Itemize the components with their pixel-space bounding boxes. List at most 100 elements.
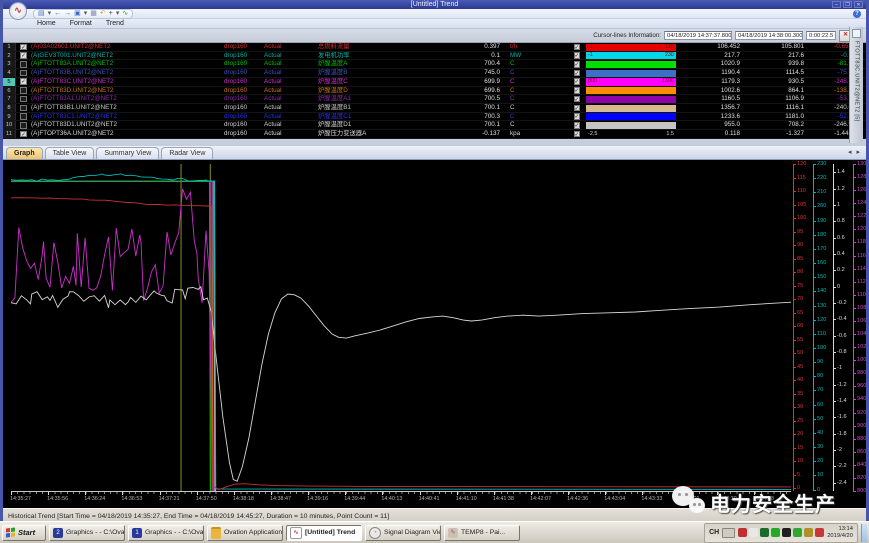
tab-scroll-right-icon[interactable]: ▸: [856, 148, 860, 156]
menu-tab-home[interactable]: Home: [37, 20, 56, 27]
dropdown-2-icon[interactable]: ▾: [84, 10, 88, 18]
axis-tick-label: 880: [857, 436, 866, 442]
axis-checkbox[interactable]: [20, 113, 27, 120]
axis-checkbox[interactable]: ✓: [20, 78, 27, 85]
export-icon[interactable]: ▣: [74, 10, 81, 18]
back-arrow-icon[interactable]: ←: [54, 10, 61, 18]
axis-checkbox[interactable]: ✓: [20, 44, 27, 51]
axis-tick-label: 50: [797, 350, 803, 356]
close-button[interactable]: ✕: [854, 1, 863, 8]
start-button[interactable]: Start: [2, 525, 46, 541]
app-logo-icon[interactable]: ∿: [9, 2, 27, 20]
forward-arrow-icon[interactable]: →: [64, 10, 71, 18]
grid-view-icon[interactable]: ▦: [90, 10, 97, 18]
axis-checkbox[interactable]: [20, 87, 27, 94]
axis-checkbox[interactable]: [20, 105, 27, 112]
cursor-checkbox[interactable]: ✓: [574, 96, 581, 103]
side-tab-thumb[interactable]: [852, 29, 861, 38]
trend-chart-icon[interactable]: ▤: [38, 10, 45, 18]
taskbar-item-3[interactable]: Ovation Applications: [207, 525, 283, 541]
trend-plot[interactable]: [11, 164, 791, 491]
maximize-button[interactable]: ❒: [843, 1, 852, 8]
trend-line-总燃料流量: [11, 198, 791, 490]
tab-radar-view[interactable]: Radar View: [161, 147, 213, 159]
cursor-checkbox[interactable]: ✓: [574, 105, 581, 112]
cursor1-value: 1002.6: [676, 87, 748, 95]
tag-name: (A)FTOTT83B.UNIT2@NET2: [31, 69, 224, 77]
cursor-checkbox[interactable]: ✓: [574, 70, 581, 77]
tag-row-5[interactable]: 5✓(A)FTOTT83C.UNIT2@NET2drop160Actual炉膛温…: [3, 78, 866, 87]
tag-row-10[interactable]: 10(A)FTOTT83D1.UNIT2@NET2drop160Actual炉膛…: [3, 121, 866, 130]
tab-graph[interactable]: Graph: [6, 147, 43, 159]
cursor-checkbox[interactable]: ✓: [574, 44, 581, 51]
tray-icon-7[interactable]: [804, 528, 813, 537]
tray-icon-5[interactable]: [782, 528, 791, 537]
tray-icon-8[interactable]: [815, 528, 824, 537]
cursor-checkbox[interactable]: ✓: [574, 87, 581, 94]
tray-icon-1[interactable]: [738, 528, 747, 537]
cursor-checkbox[interactable]: ✓: [574, 78, 581, 85]
tag-row-6[interactable]: 6(A)FTOTT83D.UNIT2@NET2drop160Actual炉膛温度…: [3, 87, 866, 96]
minimize-button[interactable]: –: [832, 1, 841, 8]
tag-row-11[interactable]: 11✓(A)FTOPT36A.UNIT2@NET2drop160Actual炉膛…: [3, 130, 866, 139]
cursor-checkbox[interactable]: ✓: [574, 61, 581, 68]
dropdown-1-icon[interactable]: ▾: [48, 10, 52, 18]
dropdown-3-icon[interactable]: ▾: [116, 10, 120, 18]
live-trend-icon[interactable]: ∿: [122, 10, 128, 18]
cursor-time-2-field[interactable]: 04/18/2019 14:38:00.300: [735, 31, 803, 40]
taskbar-item-4[interactable]: ∿[Untitled] Trend: [286, 525, 362, 541]
cursor-checkbox[interactable]: ✓: [574, 122, 581, 129]
tab-table-view[interactable]: Table View: [45, 147, 95, 159]
axis-checkbox[interactable]: [20, 70, 27, 77]
trend-graph[interactable]: 14:35:2714:35:5614:36:2414:36:5314:37:21…: [3, 160, 866, 508]
axis-checkbox[interactable]: ✓: [20, 131, 27, 138]
paint-icon: ✎: [448, 528, 458, 538]
language-indicator[interactable]: CH: [709, 529, 719, 536]
selected-tag-side-tab[interactable]: FTOTT83C.UNIT2@NET2 [5]: [849, 27, 863, 143]
cursor-checkbox[interactable]: ✓: [574, 113, 581, 120]
value-mode: Actual: [264, 104, 300, 112]
tag-row-1[interactable]: 1✓(A)03A02601.UNIT2@NET2drop160Actual总燃料…: [3, 43, 866, 52]
time-tick-label: 14:38:47: [270, 496, 291, 502]
tray-icon-4[interactable]: [771, 528, 780, 537]
axis-checkbox[interactable]: [20, 122, 27, 129]
tag-row-2[interactable]: 2✓(A)GEV3T001.UNIT2@NET2drop160Actual发电机…: [3, 52, 866, 61]
menu-tab-trend[interactable]: Trend: [106, 20, 124, 27]
cursor2-value: 930.5: [748, 78, 812, 86]
taskbar-item-1[interactable]: 2Graphics - - C:\Ovati...: [49, 525, 125, 541]
taskbar-item-5[interactable]: ◔Signal Diagram Viewe...: [365, 525, 441, 541]
undo-icon[interactable]: ↶: [100, 10, 106, 18]
value-mode: Actual: [264, 95, 300, 103]
keyboard-icon[interactable]: [722, 528, 735, 538]
help-icon[interactable]: ?: [853, 10, 861, 18]
cursor-delta-field[interactable]: 0:00:22.5: [806, 31, 836, 40]
tag-row-8[interactable]: 8(A)FTOTT83B1.UNIT2@NET2drop160Actual炉膛温…: [3, 104, 866, 113]
taskbar-item-6[interactable]: ✎TEMP8 - Pai...: [444, 525, 520, 541]
tray-icon-2[interactable]: [749, 528, 758, 537]
show-desktop-button[interactable]: [861, 524, 867, 542]
axis-checkbox[interactable]: ✓: [20, 52, 27, 59]
axis-checkbox[interactable]: [20, 96, 27, 103]
tab-summary-view[interactable]: Summary View: [96, 147, 159, 159]
tag-row-3[interactable]: 3(A)FTOTT83A.UNIT2@NET2drop160Actual炉膛温度…: [3, 60, 866, 69]
add-trend-icon[interactable]: +: [109, 10, 113, 18]
tag-name: (A)FTOPT36A.UNIT2@NET2: [31, 130, 224, 138]
axis-checkbox[interactable]: [20, 61, 27, 68]
tray-icon-3[interactable]: [760, 528, 769, 537]
tag-row-7[interactable]: 7(A)FTOTT83A1.UNIT2@NET2drop160Actual炉膛温…: [3, 95, 866, 104]
axis-tick-label: 1300: [857, 161, 866, 167]
taskbar-item-label: [Untitled] Trend: [305, 529, 355, 536]
tag-row-9[interactable]: 9(A)FTOTT83C1.UNIT2@NET2drop160Actual炉膛温…: [3, 113, 866, 122]
taskbar-clock[interactable]: 13:14 2019/4/20: [827, 526, 853, 540]
cursor2-value: 864.1: [748, 87, 812, 95]
cursor-checkbox[interactable]: ✓: [574, 52, 581, 59]
cursor-time-1-field[interactable]: 04/18/2019 14:37:37.800: [664, 31, 732, 40]
menu-tab-format[interactable]: Format: [70, 20, 92, 27]
tray-icon-6[interactable]: [793, 528, 802, 537]
taskbar-item-2[interactable]: 1Graphics - - C:\Ovati...: [128, 525, 204, 541]
tab-scroll-left-icon[interactable]: ◂: [848, 148, 852, 156]
unit-label: C: [504, 121, 538, 129]
cursor-checkbox[interactable]: ✓: [574, 131, 581, 138]
axis-tick-label: -2: [837, 447, 842, 453]
tag-row-4[interactable]: 4(A)FTOTT83B.UNIT2@NET2drop160Actual炉膛温度…: [3, 69, 866, 78]
